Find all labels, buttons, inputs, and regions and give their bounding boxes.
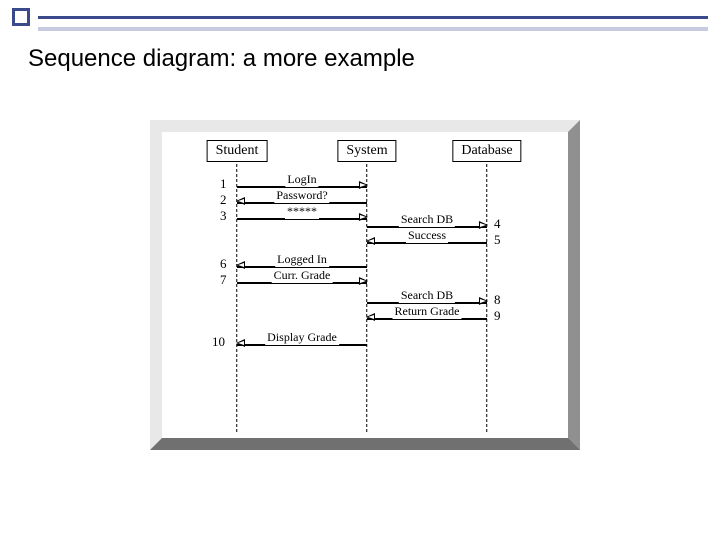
msg-success: Success (367, 230, 487, 246)
seq-num: 4 (494, 216, 501, 232)
seq-num: 5 (494, 232, 501, 248)
arrow-right-icon (479, 297, 488, 305)
seq-num: 6 (220, 256, 227, 272)
msg-displaygrade: Display Grade (237, 332, 367, 348)
arrow-left-icon (366, 313, 375, 321)
msg-label: Display Grade (265, 330, 339, 345)
seq-num: 8 (494, 292, 501, 308)
seq-num: 3 (220, 208, 227, 224)
arrow-left-icon (236, 339, 245, 347)
arrow-left-icon (236, 197, 245, 205)
slide-title: Sequence diagram: a more example (28, 45, 720, 73)
seq-num: 7 (220, 272, 227, 288)
msg-label: Return Grade (393, 304, 462, 319)
lifeline-system-head: System (337, 140, 396, 162)
seq-num: 2 (220, 192, 227, 208)
lifeline-student-head: Student (207, 140, 268, 162)
lifeline-database-head: Database (452, 140, 521, 162)
msg-label: Success (406, 228, 448, 243)
seq-num: 9 (494, 308, 501, 324)
msg-stars: ***** (237, 206, 367, 222)
msg-label: Logged In (275, 252, 329, 267)
msg-label: Search DB (399, 212, 455, 227)
header-accent (0, 0, 720, 26)
msg-label: Curr. Grade (272, 268, 333, 283)
arrow-left-icon (366, 237, 375, 245)
msg-label: Password? (274, 188, 329, 203)
diagram-canvas: Student System Database LogIn 1 Password… (162, 132, 568, 438)
msg-label: Search DB (399, 288, 455, 303)
msg-label: ***** (285, 204, 319, 219)
msg-currgrade: Curr. Grade (237, 270, 367, 286)
diagram-frame: Student System Database LogIn 1 Password… (150, 120, 580, 450)
accent-line (38, 16, 708, 19)
accent-shadow (38, 27, 708, 31)
arrow-right-icon (479, 221, 488, 229)
arrow-right-icon (359, 181, 368, 189)
msg-label: LogIn (285, 172, 318, 187)
arrow-left-icon (236, 261, 245, 269)
seq-num: 1 (220, 176, 227, 192)
arrow-right-icon (359, 277, 368, 285)
seq-num: 10 (212, 334, 225, 350)
msg-returngrade: Return Grade (367, 306, 487, 322)
bullet-square-icon (12, 8, 30, 26)
sequence-diagram: Student System Database LogIn 1 Password… (150, 120, 580, 450)
